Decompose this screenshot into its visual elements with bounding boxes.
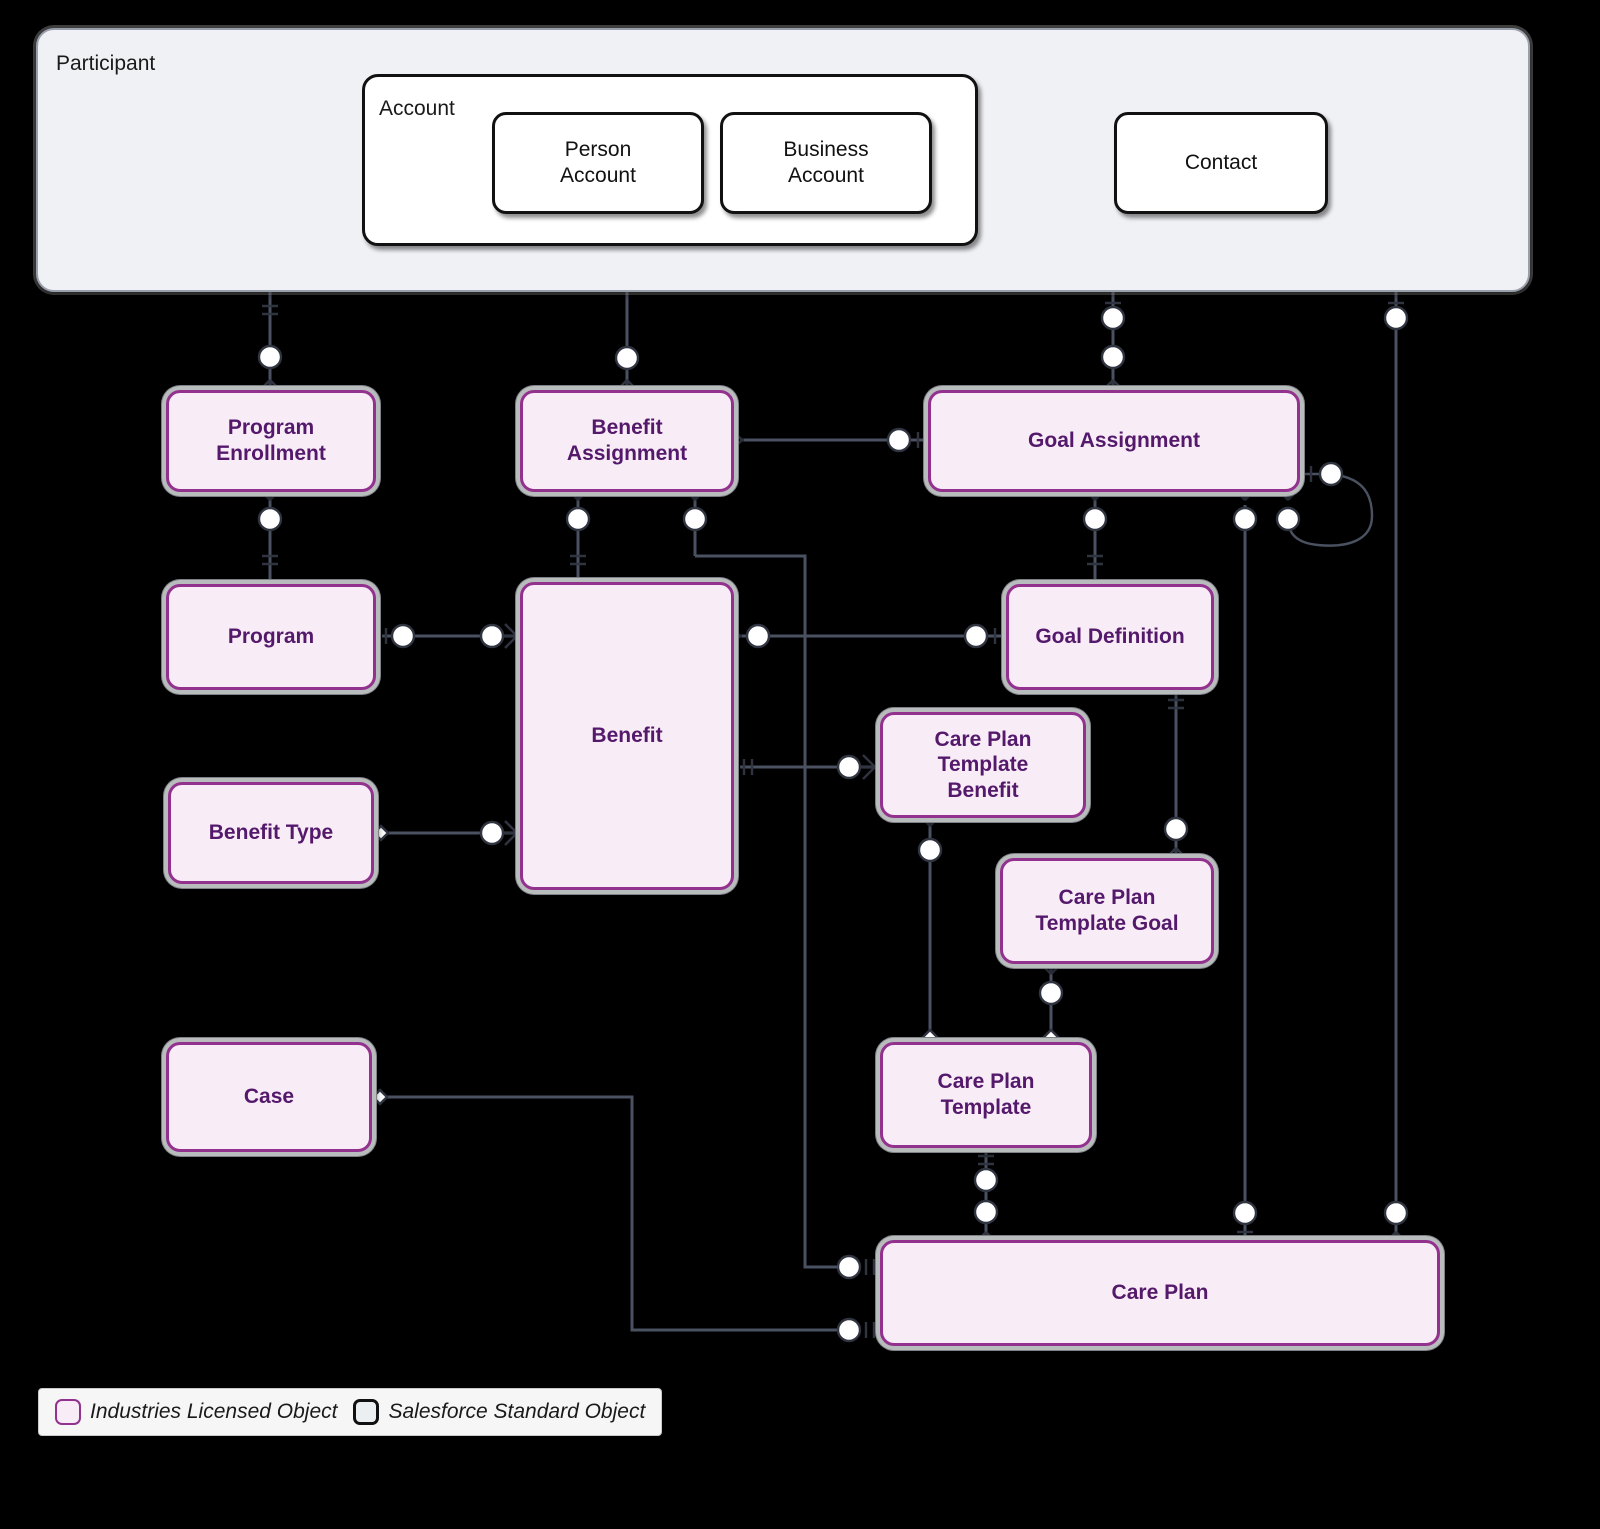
entity-contact[interactable]: Contact [1114, 112, 1328, 214]
entity-person-account-label: Person Account [560, 138, 636, 187]
entity-benefit[interactable]: Benefit [520, 582, 734, 890]
entity-care-plan-template[interactable]: Care Plan Template [880, 1042, 1092, 1148]
entity-program-enrollment[interactable]: Program Enrollment [166, 390, 376, 492]
legend-label-standard: Salesforce Standard Object [388, 1400, 646, 1423]
entity-program-label: Program [227, 625, 315, 649]
entity-benefit-type-label: Benefit Type [208, 821, 334, 845]
entity-contact-label: Contact [1184, 151, 1258, 175]
entity-care-plan-template-benefit-label: Care Plan Template Benefit [934, 727, 1032, 802]
entity-benefit-assignment[interactable]: Benefit Assignment [520, 390, 734, 492]
entity-benefit-label: Benefit [591, 724, 663, 748]
entity-business-account-label: Business Account [783, 138, 869, 187]
entity-goal-definition[interactable]: Goal Definition [1006, 584, 1214, 690]
legend-swatch-standard-icon [353, 1399, 380, 1425]
entity-care-plan-template-goal-label: Care Plan Template Goal [1035, 886, 1179, 935]
legend-swatch-licensed-icon [55, 1399, 81, 1425]
entity-care-plan-template-goal[interactable]: Care Plan Template Goal [1000, 858, 1214, 964]
entity-business-account[interactable]: Business Account [720, 112, 932, 214]
entity-care-plan[interactable]: Care Plan [880, 1240, 1440, 1346]
entity-goal-assignment[interactable]: Goal Assignment [928, 390, 1300, 492]
entity-care-plan-label: Care Plan [1111, 1281, 1209, 1305]
erd-canvas: .w{fill:none;stroke:#4a5160;stroke-width… [0, 0, 1600, 1529]
entity-care-plan-template-benefit[interactable]: Care Plan Template Benefit [880, 712, 1086, 818]
entity-case[interactable]: Case [166, 1042, 372, 1152]
entity-case-label: Case [243, 1085, 295, 1109]
entity-care-plan-template-label: Care Plan Template [937, 1070, 1035, 1119]
legend: Industries Licensed Object Salesforce St… [38, 1388, 663, 1436]
legend-label-licensed: Industries Licensed Object [90, 1400, 338, 1423]
group-participant-label: Participant [56, 52, 156, 75]
legend-item-licensed: Industries Licensed Object [55, 1399, 337, 1425]
entity-benefit-assignment-label: Benefit Assignment [566, 416, 688, 465]
entity-benefit-type[interactable]: Benefit Type [168, 782, 374, 884]
group-account-label: Account [379, 97, 455, 120]
entity-person-account[interactable]: Person Account [492, 112, 704, 214]
entity-program-enrollment-label: Program Enrollment [216, 416, 326, 465]
entity-goal-definition-label: Goal Definition [1035, 625, 1185, 649]
legend-item-standard: Salesforce Standard Object [353, 1399, 645, 1425]
entity-goal-assignment-label: Goal Assignment [1028, 429, 1200, 453]
entity-program[interactable]: Program [166, 584, 376, 690]
